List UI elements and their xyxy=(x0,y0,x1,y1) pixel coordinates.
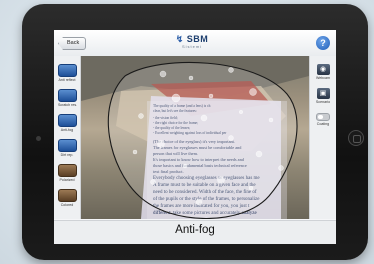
lens-option-label: Polarized xyxy=(59,178,75,182)
app-screen: Back ↯ SBM Sistemi ? Anti reflect Scratc… xyxy=(54,30,336,244)
top-bar: Back ↯ SBM Sistemi ? xyxy=(54,30,336,57)
caption-bar: Anti-fog xyxy=(54,220,336,244)
back-button[interactable]: Back xyxy=(58,37,87,50)
brand-logo: ↯ SBM Sistemi xyxy=(162,34,222,54)
logo-text: SBM xyxy=(186,34,209,44)
lens-option-label: Dirt rep. xyxy=(60,153,74,157)
scenario-button[interactable]: ▣ Scenario xyxy=(314,88,332,104)
lens-option-label: Anti-fog xyxy=(60,128,74,132)
logo-subtitle: Sistemi xyxy=(181,44,203,49)
picture-icon: ▣ xyxy=(316,88,330,99)
tool-label: Webcam xyxy=(315,76,331,80)
lens-option-label: Scratch res. xyxy=(58,103,78,107)
toggle-switch[interactable] xyxy=(316,113,330,121)
help-button[interactable]: ? xyxy=(316,36,330,50)
lens-overlay xyxy=(107,61,298,219)
lens-outline xyxy=(107,61,298,219)
lens-option-anti-reflect[interactable]: Anti reflect xyxy=(58,64,77,82)
lens-option-dirt-repellent[interactable]: Dirt rep. xyxy=(58,139,77,157)
logo-icon: ↯ xyxy=(175,34,184,44)
coating-toggle[interactable]: Coating xyxy=(314,112,332,126)
lens-option-label: Anti reflect xyxy=(58,78,76,82)
lens-preview-scene: The quality of a frame (and a lens) is c… xyxy=(81,56,309,219)
lens-option-label: Colored xyxy=(60,203,74,207)
webcam-button[interactable]: ◉ Webcam xyxy=(314,64,332,80)
tools-sidebar: ◉ Webcam ▣ Scenario Coating xyxy=(309,56,336,219)
front-camera xyxy=(36,136,41,141)
lens-icon xyxy=(58,64,77,77)
lens-option-anti-fog[interactable]: Anti-fog xyxy=(58,114,77,132)
tinted-lens-icon xyxy=(58,164,77,177)
tool-label: Coating xyxy=(316,122,330,126)
lens-option-scratch-resistant[interactable]: Scratch res. xyxy=(58,89,78,107)
lens-option-colored[interactable]: Colored xyxy=(58,189,77,207)
home-button[interactable] xyxy=(348,130,364,146)
lens-icon xyxy=(58,89,77,102)
lens-option-polarized[interactable]: Polarized xyxy=(58,164,77,182)
camera-icon: ◉ xyxy=(316,64,330,75)
tinted-lens-icon xyxy=(58,189,77,202)
lens-icon xyxy=(58,139,77,152)
lens-type-sidebar: Anti reflect Scratch res. Anti-fog Dirt … xyxy=(54,56,81,219)
selected-lens-caption: Anti-fog xyxy=(175,224,215,236)
tool-label: Scenario xyxy=(315,100,331,104)
lens-icon xyxy=(58,114,77,127)
